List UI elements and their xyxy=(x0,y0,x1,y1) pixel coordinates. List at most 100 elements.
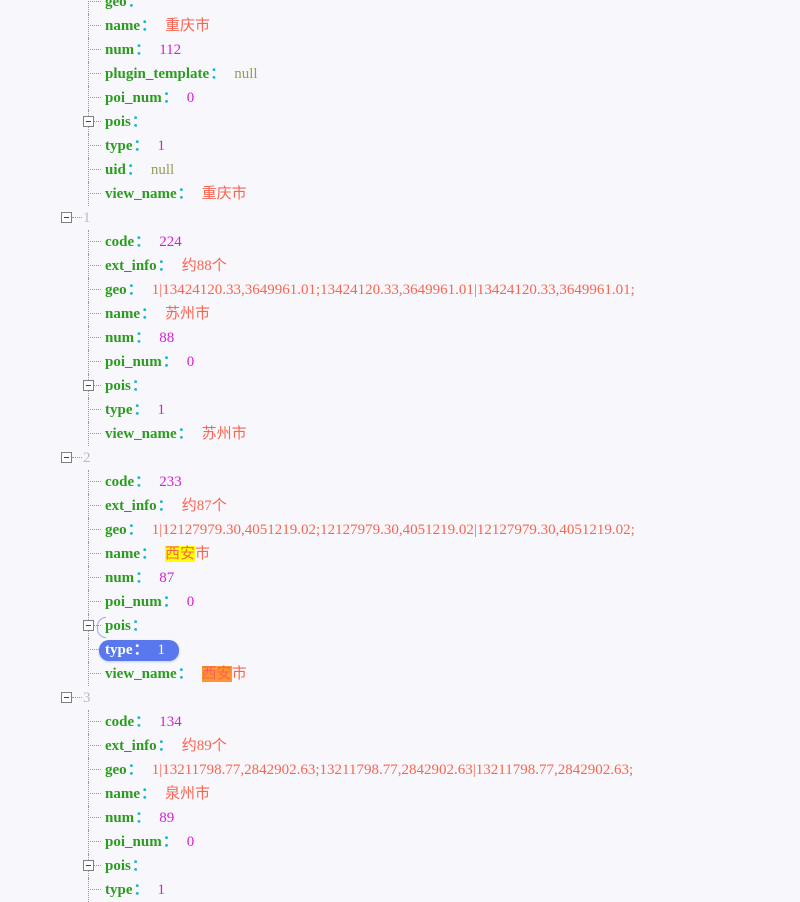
tree-row-content[interactable]: code： 134 xyxy=(105,710,182,734)
tree-property-row[interactable]: pois： xyxy=(0,110,800,134)
tree-property-row[interactable]: num： 89 xyxy=(0,806,800,830)
tree-property-row[interactable]: name： 泉州市 xyxy=(0,782,800,806)
tree-guide-segment xyxy=(88,326,89,350)
tree-property-row[interactable]: name： 西安市 xyxy=(0,542,800,566)
tree-row-content[interactable]: pois： xyxy=(105,374,147,398)
tree-row-content[interactable]: num： 87 xyxy=(105,566,174,590)
key-colon: ： xyxy=(210,66,226,82)
tree-row-content[interactable]: type： 1 xyxy=(105,878,165,902)
tree-row-content[interactable]: type： 1 xyxy=(105,134,165,158)
key-colon: ： xyxy=(131,858,147,874)
tree-row-content[interactable]: view_name： 重庆市 xyxy=(105,182,247,206)
tree-row-content[interactable]: plugin_template： null xyxy=(105,62,258,86)
tree-row-content[interactable]: poi_num： 0 xyxy=(105,590,194,614)
tree-row-content[interactable]: code： 233 xyxy=(105,470,182,494)
tree-property-row[interactable]: type： 1 xyxy=(0,878,800,902)
key-colon: ： xyxy=(162,354,178,370)
property-key: ext_info xyxy=(105,498,157,514)
tree-row-content[interactable]: pois： xyxy=(105,110,147,134)
tree-array-index-row[interactable]: 1 xyxy=(0,206,800,230)
tree-property-row[interactable]: pois： xyxy=(0,374,800,398)
tree-property-row[interactable]: view_name： 重庆市 xyxy=(0,182,800,206)
tree-property-row[interactable]: view_name： 西安市 xyxy=(0,662,800,686)
property-key: name xyxy=(105,786,140,802)
tree-guide-elbow xyxy=(72,457,82,458)
tree-property-row[interactable]: ext_info： 约89个 xyxy=(0,734,800,758)
tree-property-row[interactable]: num： 88 xyxy=(0,326,800,350)
tree-row-content[interactable]: 3 xyxy=(83,686,91,710)
tree-row-content[interactable]: num： 88 xyxy=(105,326,174,350)
tree-row-content[interactable]: num： 89 xyxy=(105,806,174,830)
tree-property-row[interactable]: geo： 1|13211798.77,2842902.63;13211798.77… xyxy=(0,758,800,782)
tree-property-row[interactable]: geo： 1|13424120.33,3649961.01;13424120.33… xyxy=(0,278,800,302)
tree-property-row[interactable]: pois： xyxy=(0,614,800,638)
tree-guide-segment xyxy=(88,662,89,686)
tree-property-row[interactable]: geo： xyxy=(0,0,800,14)
tree-property-row[interactable]: uid： null xyxy=(0,158,800,182)
tree-row-content[interactable]: type： 1 xyxy=(105,638,165,662)
tree-guide-elbow xyxy=(88,145,101,146)
tree-property-row[interactable]: name： 苏州市 xyxy=(0,302,800,326)
tree-property-row[interactable]: num： 87 xyxy=(0,566,800,590)
tree-row-content[interactable]: num： 112 xyxy=(105,38,181,62)
tree-property-row[interactable]: ext_info： 约88个 xyxy=(0,254,800,278)
tree-row-content[interactable]: name： 泉州市 xyxy=(105,782,210,806)
tree-collapse-toggle[interactable] xyxy=(83,116,94,127)
tree-guide-segment xyxy=(88,158,89,182)
tree-property-row[interactable]: geo： 1|12127979.30,4051219.02;12127979.30… xyxy=(0,518,800,542)
array-index-label: 2 xyxy=(83,450,91,466)
tree-row-content[interactable]: pois： xyxy=(105,854,147,878)
tree-row-content[interactable]: poi_num： 0 xyxy=(105,830,194,854)
tree-property-row[interactable]: name： 重庆市 xyxy=(0,14,800,38)
tree-row-content[interactable]: view_name： 西安市 xyxy=(105,662,247,686)
tree-property-row[interactable]: plugin_template： null xyxy=(0,62,800,86)
tree-row-content[interactable]: pois： xyxy=(105,614,147,638)
tree-property-row[interactable]: num： 112 xyxy=(0,38,800,62)
tree-property-row[interactable]: poi_num： 0 xyxy=(0,830,800,854)
tree-array-index-row[interactable]: 2 xyxy=(0,446,800,470)
tree-row-content[interactable]: code： 224 xyxy=(105,230,182,254)
tree-collapse-toggle[interactable] xyxy=(83,380,94,391)
tree-row-content[interactable]: geo： 1|12127979.30,4051219.02;12127979.30… xyxy=(105,518,635,542)
tree-row-content[interactable]: name： 重庆市 xyxy=(105,14,210,38)
tree-property-row[interactable]: view_name： 苏州市 xyxy=(0,422,800,446)
tree-property-row[interactable]: code： 134 xyxy=(0,710,800,734)
tree-row-content[interactable]: geo： 1|13211798.77,2842902.63;13211798.77… xyxy=(105,758,633,782)
tree-property-row[interactable]: pois： xyxy=(0,854,800,878)
tree-property-row[interactable]: poi_num： 0 xyxy=(0,350,800,374)
tree-collapse-toggle[interactable] xyxy=(83,860,94,871)
tree-property-row[interactable]: code： 233 xyxy=(0,470,800,494)
tree-row-content[interactable]: view_name： 苏州市 xyxy=(105,422,247,446)
tree-row-content[interactable]: 1 xyxy=(83,206,91,230)
tree-collapse-toggle[interactable] xyxy=(61,212,72,223)
tree-property-row[interactable]: type： 1 xyxy=(0,134,800,158)
tree-array-index-row[interactable]: 3 xyxy=(0,686,800,710)
tree-property-row[interactable]: ext_info： 约87个 xyxy=(0,494,800,518)
tree-collapse-toggle[interactable] xyxy=(61,692,72,703)
tree-property-row[interactable]: type： 1 xyxy=(0,638,800,662)
property-key: view_name xyxy=(105,666,177,682)
tree-row-content[interactable]: 2 xyxy=(83,446,91,470)
tree-row-content[interactable]: name： 西安市 xyxy=(105,542,210,566)
tree-row-content[interactable]: uid： null xyxy=(105,158,174,182)
key-colon: ： xyxy=(141,18,157,34)
tree-row-content[interactable]: poi_num： 0 xyxy=(105,350,194,374)
tree-row-content[interactable]: poi_num： 0 xyxy=(105,86,194,110)
tree-row-content[interactable]: ext_info： 约89个 xyxy=(105,734,227,758)
tree-collapse-toggle[interactable] xyxy=(83,620,94,631)
tree-row-content[interactable]: name： 苏州市 xyxy=(105,302,210,326)
tree-property-row[interactable]: type： 1 xyxy=(0,398,800,422)
tree-property-row[interactable]: code： 224 xyxy=(0,230,800,254)
tree-row-content[interactable]: geo： xyxy=(105,0,152,14)
property-key: code xyxy=(105,474,135,490)
tree-property-row[interactable]: poi_num： 0 xyxy=(0,86,800,110)
tree-row-content[interactable]: type： 1 xyxy=(105,398,165,422)
key-colon: ： xyxy=(131,114,147,130)
key-colon: ： xyxy=(157,258,173,274)
tree-row-content[interactable]: ext_info： 约87个 xyxy=(105,494,227,518)
tree-property-row[interactable]: poi_num： 0 xyxy=(0,590,800,614)
tree-row-content[interactable]: geo： 1|13424120.33,3649961.01;13424120.33… xyxy=(105,278,635,302)
property-key: poi_num xyxy=(105,90,162,106)
tree-collapse-toggle[interactable] xyxy=(61,452,72,463)
tree-row-content[interactable]: ext_info： 约88个 xyxy=(105,254,227,278)
